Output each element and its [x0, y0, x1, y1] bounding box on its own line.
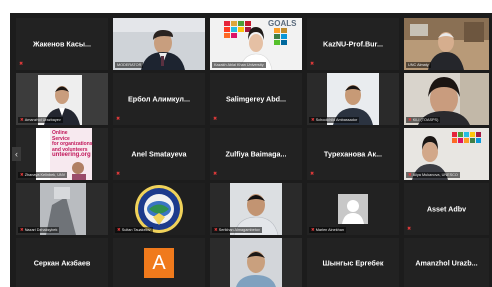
participant-video-tile[interactable]: Online Service for organizations and vol…: [16, 128, 108, 180]
participant-name-tag: Kazakh Ablai Khan University: [212, 62, 266, 68]
mic-muted-icon: ✖: [214, 226, 218, 232]
participant-name: Шынгыс Ергебек: [322, 258, 384, 267]
participant-name-tag: MODERATOR: [115, 62, 144, 68]
participant-name-tag: ✖ Marlen Ainekhan: [309, 226, 346, 233]
mic-muted-icon: ✖: [213, 171, 218, 177]
mic-muted-icon: ✖: [213, 116, 218, 122]
participant-tile[interactable]: Шынгыс Ергебек: [307, 238, 399, 287]
participant-video-tile[interactable]: ✖ Serikhan Almagambetov: [210, 183, 302, 235]
participant-tile[interactable]: Zulfiya Baimaga... ✖: [210, 128, 302, 180]
participant-tile[interactable]: Anel Smatayeva ✖: [113, 128, 205, 180]
meeting-window: Жакенов Касы... ✖ MODERATOR GOALS Kazakh…: [0, 0, 492, 287]
participant-tile[interactable]: Серкан Акзбаев: [16, 238, 108, 287]
participant-tile[interactable]: Ербол Алимкул... ✖: [113, 73, 205, 125]
mic-muted-icon: ✖: [116, 171, 121, 177]
volunteer-poster-text: Online Service for organizations and vol…: [52, 130, 93, 159]
mic-muted-icon: ✖: [117, 226, 121, 232]
participant-video-tile[interactable]: ✖ Aliya Mukanova, UNESCO: [404, 128, 489, 180]
participant-name: Жакенов Касы...: [33, 39, 91, 49]
participant-video-tile[interactable]: [210, 238, 302, 287]
participant-name-tag: ✖ Sultan Tauakelov: [115, 226, 153, 233]
mic-muted-icon: ✖: [20, 226, 24, 232]
mic-muted-icon: ✖: [116, 116, 121, 122]
mic-muted-icon: ✖: [408, 171, 412, 177]
participant-tile[interactable]: A: [113, 238, 205, 287]
participant-tile[interactable]: Asset Adbv ✖: [404, 183, 489, 235]
participant-name-tag: ✖ Aliya Mukanova, UNESCO: [406, 171, 460, 178]
participant-video-tile[interactable]: ✖ Amanzhol Urazbayev: [16, 73, 108, 125]
participant-name-tag: UNC Almaty: [406, 62, 431, 68]
participant-video-tile-active-speaker[interactable]: UNC Almaty: [404, 18, 489, 70]
participant-video-tile[interactable]: ✖ KILI (TOASPS): [404, 73, 489, 125]
participant-name-tag: ✖ Nazari Dzhaksybek: [18, 226, 60, 233]
mic-muted-icon: ✖: [311, 226, 315, 232]
participant-name: KazNU-Prof.Bur...: [323, 39, 383, 49]
mic-muted-icon: ✖: [311, 116, 315, 122]
participant-tile[interactable]: Жакенов Касы... ✖: [16, 18, 108, 70]
participant-name-tag: ✖ Zhanaya Kelinbek, UNV: [18, 171, 68, 178]
participant-video-tile[interactable]: ✖ Marlen Ainekhan: [307, 183, 399, 235]
participant-name: Туреханова Ак...: [323, 149, 383, 159]
participant-tile[interactable]: Amanzhol Urazb...: [404, 238, 489, 287]
participant-name: Серкан Акзбаев: [33, 258, 91, 267]
participant-name: Ербол Алимкул...: [128, 94, 190, 104]
participant-video-tile[interactable]: ✖ Nazari Dzhaksybek: [16, 183, 108, 235]
previous-page-button[interactable]: ‹: [12, 147, 21, 161]
participant-video-tile[interactable]: GOALS Kazakh Ablai Khan University: [210, 18, 302, 70]
participant-name-tag: ✖ Amanzhol Urazbayev: [18, 116, 63, 123]
mic-muted-icon: ✖: [310, 61, 315, 67]
chevron-left-icon: ‹: [15, 149, 18, 159]
participant-name: Amanzhol Urazb...: [415, 258, 478, 267]
mic-muted-icon: ✖: [310, 171, 315, 177]
mic-muted-icon: ✖: [20, 171, 24, 177]
participant-video: [210, 238, 302, 287]
poster-text: GOALS: [268, 19, 297, 28]
mic-muted-icon: ✖: [20, 116, 24, 122]
participant-tile[interactable]: Туреханова Ак... ✖: [307, 128, 399, 180]
participant-name: Anel Smatayeva: [131, 149, 187, 159]
participant-name-tag: ✖ Serikhan Almagambetov: [212, 226, 262, 233]
mic-muted-icon: ✖: [408, 116, 412, 122]
participant-name: Zulfiya Baimaga...: [225, 149, 287, 159]
mic-muted-icon: ✖: [407, 226, 412, 232]
avatar: A: [144, 247, 174, 278]
participant-video-tile[interactable]: ✖ Schoolchild Ambassador: [307, 73, 399, 125]
mic-muted-icon: ✖: [19, 61, 24, 67]
participant-video-tile[interactable]: MODERATOR: [113, 18, 205, 70]
participant-tile[interactable]: KazNU-Prof.Bur... ✖: [307, 18, 399, 70]
participant-video-tile[interactable]: ✖ Sultan Tauakelov: [113, 183, 205, 235]
participant-name: Salimgerey Abd...: [225, 94, 287, 104]
participant-name: Asset Adbv: [426, 204, 467, 214]
participant-name-tag: ✖ KILI (TOASPS): [406, 116, 441, 123]
participant-name-tag: ✖ Schoolchild Ambassador: [309, 116, 360, 123]
participant-tile[interactable]: Salimgerey Abd... ✖: [210, 73, 302, 125]
